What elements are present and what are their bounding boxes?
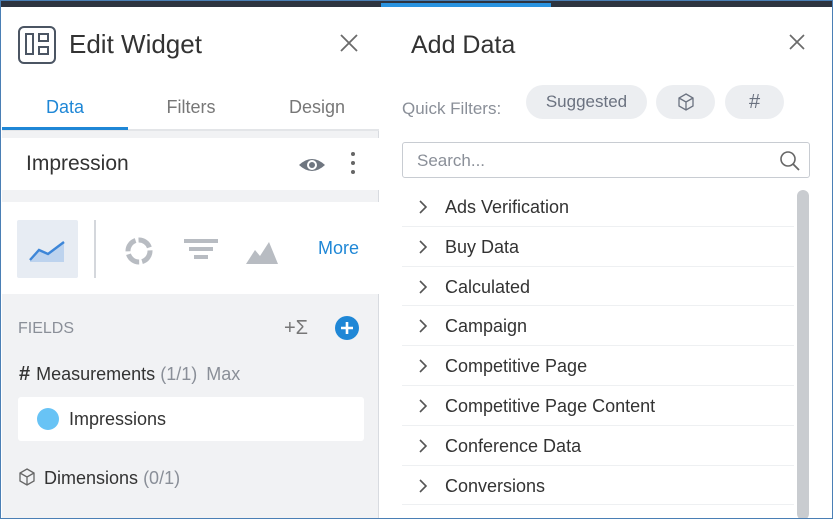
category-row[interactable]: Ads Verification [402, 187, 794, 227]
close-edit-widget-button[interactable] [337, 31, 361, 55]
category-label: Conversions [445, 475, 546, 496]
category-row[interactable]: Conference Data [402, 426, 794, 466]
chevron-right-icon [419, 479, 428, 493]
chart-type-divider [94, 220, 96, 278]
widget-layout-icon [18, 26, 56, 64]
tab-design[interactable]: Design [254, 97, 380, 118]
filter-chip-suggested[interactable]: Suggested [526, 85, 647, 119]
series-color-dot[interactable] [37, 408, 59, 430]
category-row[interactable]: Competitive Page Content [402, 386, 794, 426]
search-icon[interactable] [778, 149, 802, 173]
filter-chip-dimensions[interactable] [656, 85, 715, 119]
tab-data[interactable]: Data [2, 97, 128, 118]
category-label: Competitive Page [445, 356, 588, 377]
eye-icon[interactable] [298, 155, 326, 175]
tab-filters[interactable]: Filters [128, 97, 254, 118]
category-row[interactable]: Campaign [402, 306, 794, 347]
dimensions-heading: Dimensions (0/1) [18, 468, 180, 489]
line-chart-option[interactable] [17, 220, 78, 278]
add-data-panel: Add Data Quick Filters: Suggested # Ads … [380, 7, 832, 518]
chevron-right-icon [419, 280, 428, 294]
edit-widget-panel: Edit Widget Data Filters Design Impressi… [2, 7, 379, 518]
active-tab-indicator [2, 127, 128, 130]
search-box [402, 142, 810, 178]
category-row[interactable]: Competitive Page [402, 346, 794, 386]
edit-widget-header: Edit Widget Data Filters Design [2, 7, 379, 131]
measurement-item[interactable]: Impressions [18, 397, 364, 441]
funnel-chart-icon[interactable] [184, 237, 218, 265]
measurements-max: Max [206, 364, 241, 384]
line-chart-icon [29, 241, 65, 262]
close-icon [789, 34, 805, 50]
search-input[interactable] [417, 149, 757, 173]
chevron-right-icon [419, 359, 428, 373]
close-add-data-button[interactable] [785, 31, 809, 55]
plus-icon [341, 322, 353, 334]
cube-icon [677, 93, 694, 111]
measurements-label: Measurements [36, 364, 156, 384]
add-formula-button[interactable]: +Σ [284, 317, 308, 340]
scrollbar-thumb[interactable] [797, 190, 809, 518]
list-scrollbar[interactable] [796, 188, 810, 518]
fields-heading: FIELDS [18, 320, 75, 337]
measurement-label: Impressions [69, 409, 167, 429]
category-label: Calculated [445, 276, 531, 297]
filter-chip-measures[interactable]: # [725, 85, 784, 119]
category-label: Conference Data [445, 435, 582, 456]
more-chart-types-link[interactable]: More [318, 238, 359, 259]
more-options-icon[interactable] [348, 149, 358, 179]
chart-type-selector: More [2, 202, 379, 294]
category-label: Campaign [445, 316, 528, 337]
edit-widget-title: Edit Widget [69, 29, 202, 59]
dimensions-label: Dimensions [44, 468, 139, 488]
category-label: Ads Verification [445, 197, 570, 217]
chevron-right-icon [419, 200, 428, 214]
donut-chart-icon[interactable] [124, 236, 154, 266]
quick-filters-label: Quick Filters: [402, 99, 502, 118]
dimensions-count: (0/1) [143, 468, 181, 488]
area-chart-icon[interactable] [245, 236, 279, 266]
chevron-right-icon [419, 439, 428, 453]
cube-icon [19, 468, 35, 486]
add-data-title: Add Data [411, 31, 516, 59]
hash-icon: # [19, 363, 31, 385]
chevron-right-icon [419, 319, 428, 333]
data-category-list: Ads Verification Buy Data Calculated Campai… [402, 187, 794, 506]
category-label: Buy Data [445, 236, 520, 257]
measurements-heading: # Measurements (1/1) Max [19, 363, 240, 386]
chevron-right-icon [419, 240, 428, 254]
add-field-button[interactable] [335, 316, 359, 340]
category-row[interactable]: Conversions [402, 466, 794, 506]
measurements-count: (1/1) [160, 364, 198, 384]
close-icon [340, 34, 358, 52]
widget-name-bar: Impression [2, 138, 379, 190]
category-row[interactable]: Calculated [402, 267, 794, 307]
category-label: Competitive Page Content [445, 395, 656, 416]
category-row[interactable]: Buy Data [402, 227, 794, 267]
widget-name[interactable]: Impression [26, 152, 129, 176]
app-frame: Edit Widget Data Filters Design Impressi… [0, 0, 833, 519]
chevron-right-icon [419, 399, 428, 413]
widget-tabs: Data Filters Design [2, 91, 379, 131]
